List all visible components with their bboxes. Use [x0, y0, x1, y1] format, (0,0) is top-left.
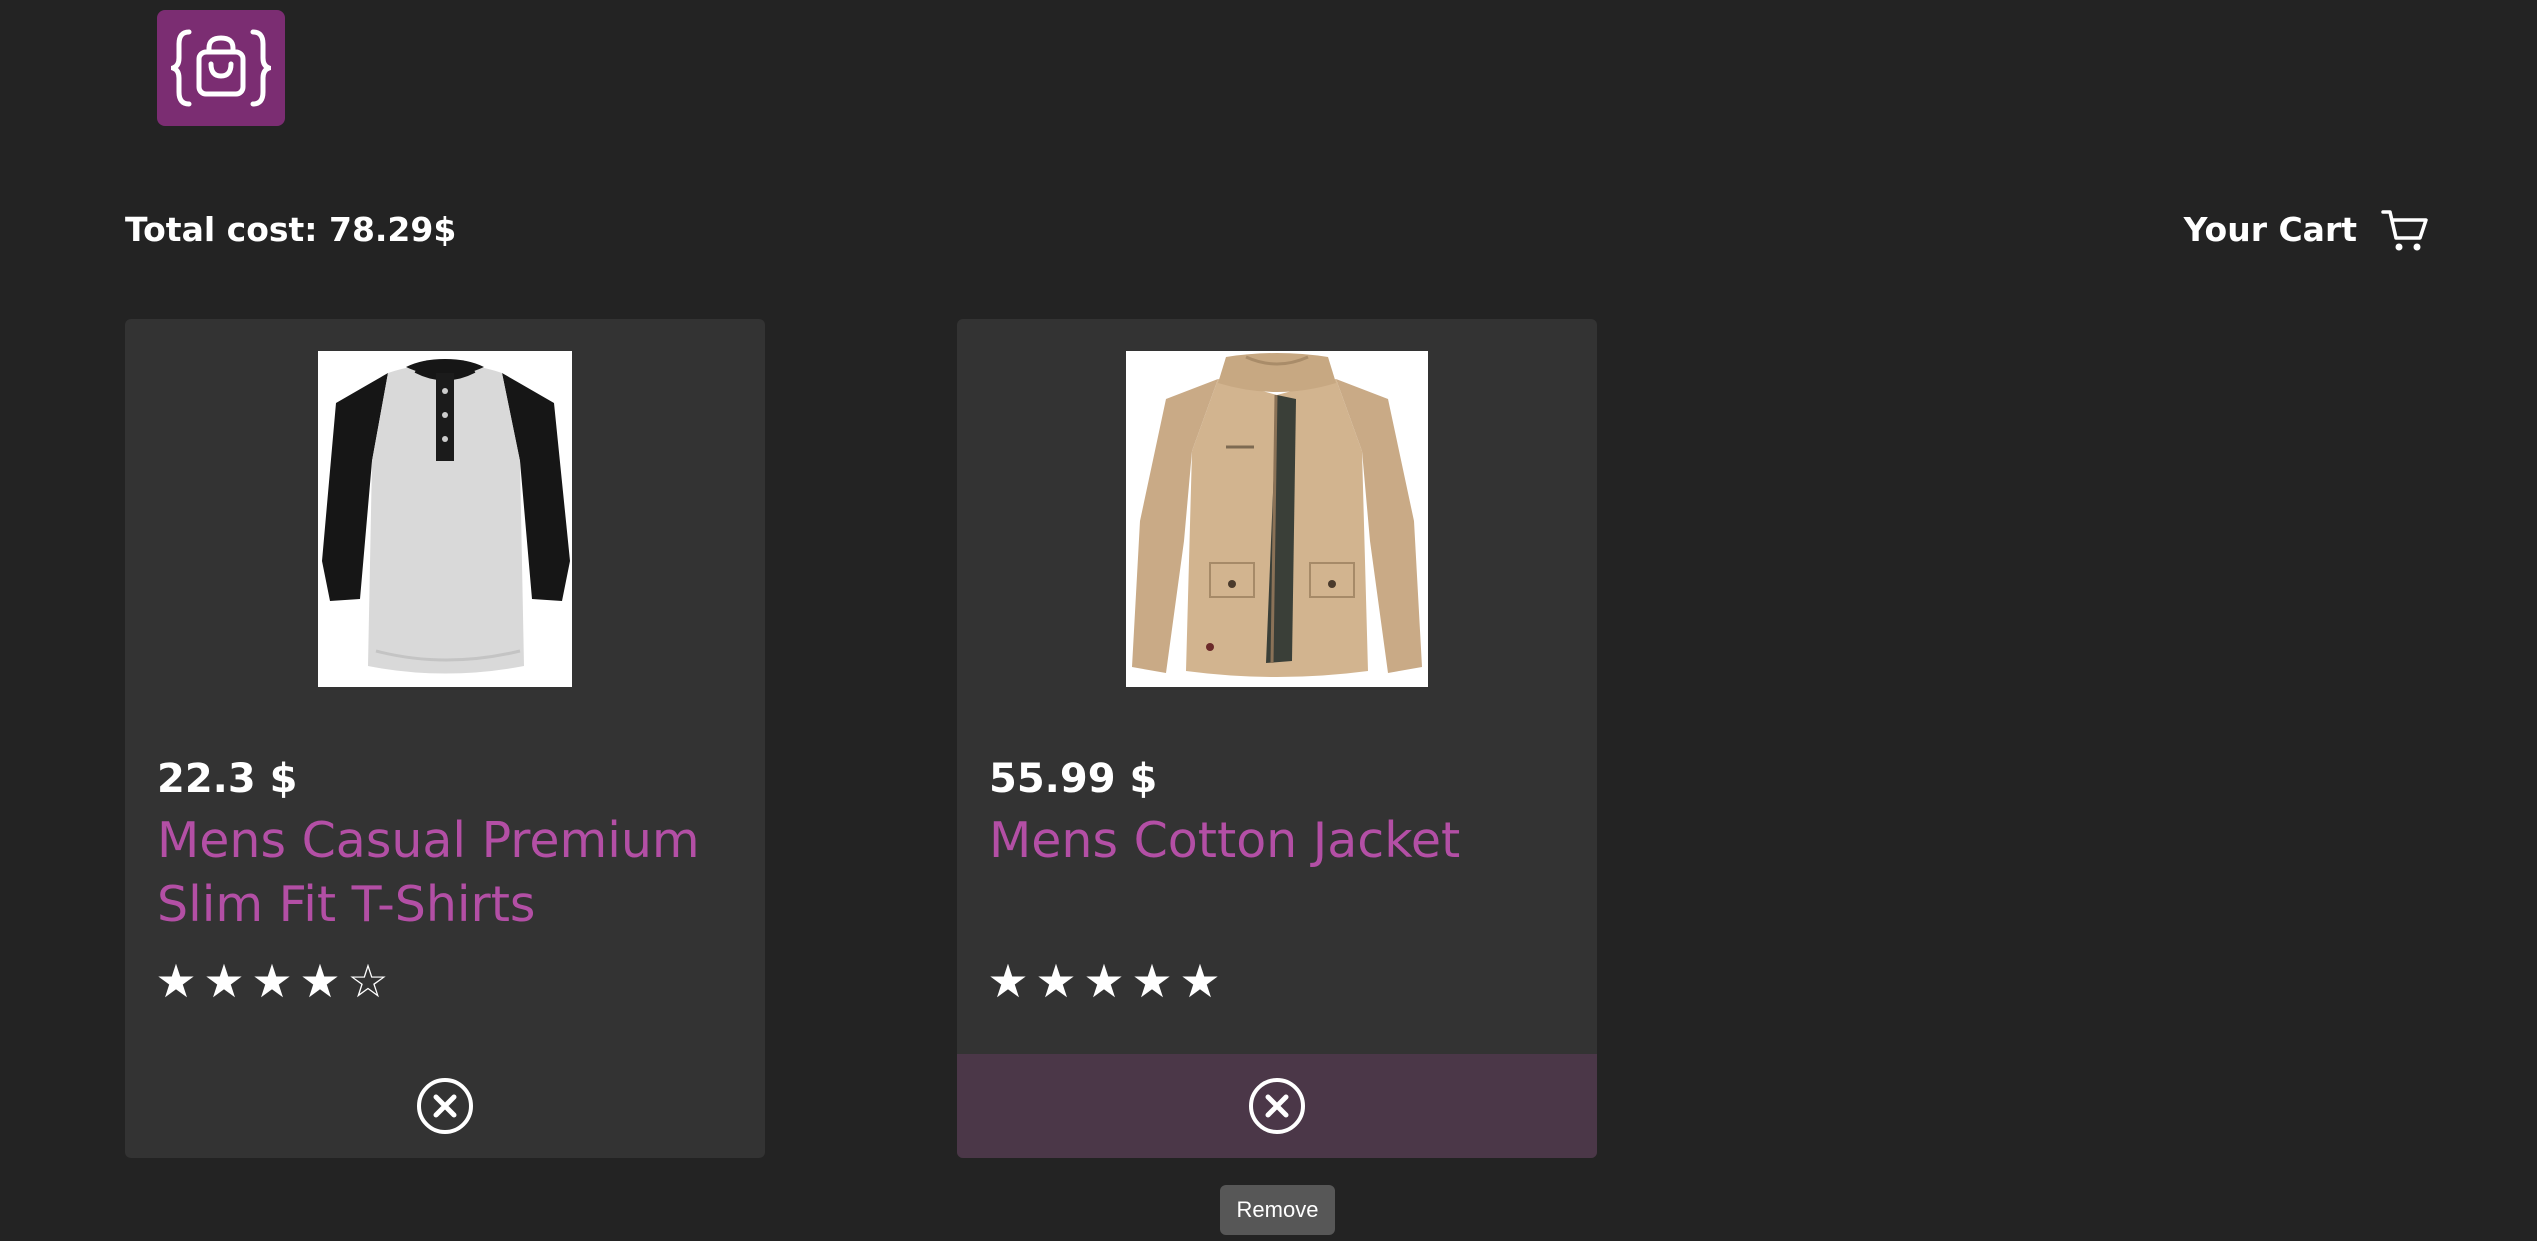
item-price: 22.3 $ — [157, 756, 298, 802]
cart-item-card: 55.99 $ Mens Cotton Jacket ★ ★ ★ ★ ★ — [957, 319, 1597, 1158]
star-filled-icon: ★ — [203, 954, 245, 1008]
product-image-tshirt[interactable] — [318, 351, 572, 687]
product-image-jacket[interactable] — [1126, 351, 1428, 687]
star-filled-icon: ★ — [299, 954, 341, 1008]
star-filled-icon: ★ — [251, 954, 293, 1008]
cart-label: Your Cart — [2183, 210, 2357, 249]
close-circle-icon — [417, 1078, 473, 1134]
remove-tooltip: Remove — [1220, 1185, 1335, 1235]
item-title[interactable]: Mens Cotton Jacket — [989, 809, 1569, 873]
brand-logo[interactable] — [157, 10, 285, 126]
your-cart-link[interactable]: Your Cart — [2184, 206, 2429, 254]
jacket-image — [1126, 351, 1428, 687]
star-filled-icon: ★ — [155, 954, 197, 1008]
star-empty-icon: ☆ — [347, 954, 389, 1008]
star-filled-icon: ★ — [1131, 954, 1173, 1008]
cart-item-card: 22.3 $ Mens Casual Premium Slim Fit T-Sh… — [125, 319, 765, 1158]
close-circle-icon — [1249, 1078, 1305, 1134]
star-filled-icon: ★ — [1083, 954, 1125, 1008]
star-filled-icon: ★ — [1035, 954, 1077, 1008]
star-filled-icon: ★ — [1179, 954, 1221, 1008]
total-cost: Total cost: 78.29$ — [125, 210, 457, 249]
cart-icon — [2381, 210, 2428, 251]
item-title[interactable]: Mens Casual Premium Slim Fit T-Shirts — [157, 809, 737, 937]
tshirt-image — [318, 351, 572, 687]
star-filled-icon: ★ — [987, 954, 1029, 1008]
remove-item-button[interactable] — [125, 1054, 765, 1158]
remove-item-button[interactable] — [957, 1054, 1597, 1158]
rating-stars: ★ ★ ★ ★ ☆ — [155, 953, 389, 1009]
shopping-bag-braces-icon — [171, 29, 271, 107]
item-price: 55.99 $ — [989, 756, 1158, 802]
rating-stars: ★ ★ ★ ★ ★ — [987, 953, 1221, 1009]
